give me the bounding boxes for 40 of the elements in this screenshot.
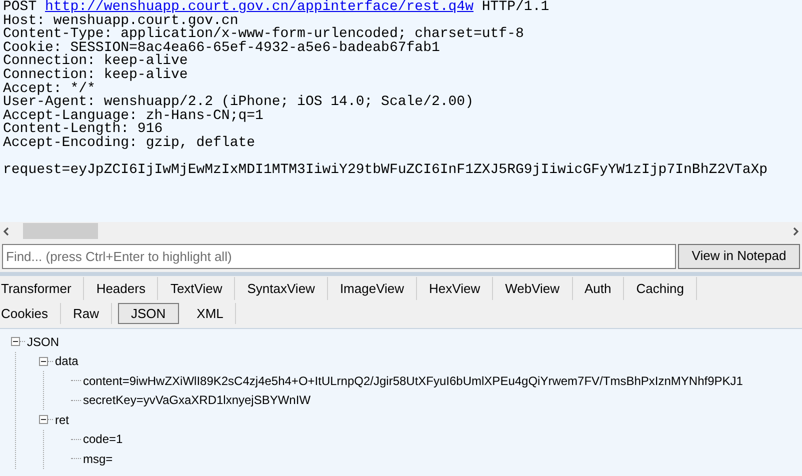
inspector-tab[interactable]: Auth (572, 277, 624, 300)
format-tab[interactable]: Raw (60, 303, 112, 324)
find-field[interactable]: Find... (press Ctrl+Enter to highlight all) (2, 244, 676, 268)
header-line: Connection: keep-alive (3, 55, 188, 69)
tree-node-label[interactable]: content=9iwHwZXiWlI89K2sC4zj4e5h4+O+ItULrnpQ2/Jgir58UtXFyuI6bUmlXPEu4gQiYrwem7FV/TmsBhPxIznMYNhf9PKJ1 (81, 372, 743, 390)
tree-node-label[interactable]: ret (53, 410, 70, 429)
format-tab[interactable]: XML (184, 303, 236, 324)
scroll-thumb[interactable] (23, 223, 98, 239)
http-version: HTTP/1.1 (482, 0, 550, 15)
request-url-link[interactable]: http://wenshuapp.court.gov.cn/appinterface/rest.q4w (45, 0, 474, 15)
tree-node-label[interactable]: JSON (25, 332, 60, 351)
inspector-tab[interactable]: Transformer (0, 277, 84, 300)
header-line: Host: wenshuapp.court.gov.cn (3, 14, 238, 28)
inspector-tab[interactable]: TextView (158, 277, 236, 300)
collapse-icon[interactable] (11, 337, 20, 346)
inspector-tab[interactable]: SyntaxView (235, 277, 328, 300)
inspector-tab[interactable]: HexView (417, 277, 494, 300)
inspector-tab[interactable]: WebView (493, 277, 573, 300)
header-line: Accept-Encoding: gzip, deflate (3, 136, 256, 151)
inspector-tab[interactable]: Headers (84, 277, 158, 300)
header-line: Connection: keep-alive (3, 68, 188, 83)
header-line: Content-Type: application/x-www-form-urlencoded; charset=utf-8 (3, 28, 524, 42)
format-tab[interactable]: JSON (118, 303, 179, 324)
format-tab[interactable]: Cookies (0, 303, 61, 324)
header-line: User-Agent: wenshuapp/2.2 (iPhone; iOS 14.0; Scale/2.00) (3, 96, 474, 110)
header-line: Content-Length: 916 (3, 123, 163, 137)
tree-node-label[interactable]: secretKey=yvVaGxaXRD1lxnyejSBYWnIW (81, 391, 311, 410)
collapse-icon[interactable] (39, 415, 48, 424)
inspector-tab[interactable]: ImageView (328, 277, 418, 300)
collapse-icon[interactable] (39, 356, 48, 366)
header-line: Accept-Language: zh-Hans-CN;q=1 (3, 110, 264, 124)
request-body-line: request=eyJpZCI6IjIwMjEwMzIxMDI1MTM3IiwiY29tbWFuZCI6InF1ZXJ5RG9jIiwicGFyYW1zIjp7InBhZ2VTaXp (3, 164, 768, 178)
tree-node-label[interactable]: code=1 (81, 430, 123, 448)
inspector-tab[interactable]: Caching (624, 277, 697, 300)
tree-node-label[interactable]: msg= (81, 450, 113, 468)
view-in-notepad-button[interactable]: View in Notepad (678, 244, 800, 268)
request-method: POST (3, 0, 37, 15)
horizontal-scrollbar[interactable] (0, 222, 802, 240)
header-line: Accept: */* (3, 82, 96, 96)
tree-node-label[interactable]: data (53, 352, 78, 370)
